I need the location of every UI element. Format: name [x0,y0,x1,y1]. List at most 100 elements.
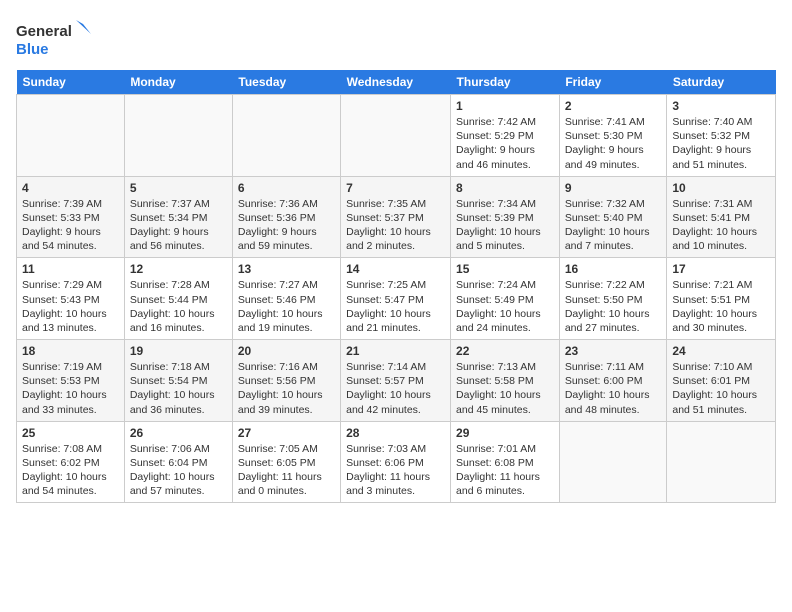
day-number: 4 [22,181,119,195]
calendar-cell: 24 Sunrise: 7:10 AM Sunset: 6:01 PM Dayli… [667,340,776,422]
calendar-cell: 23 Sunrise: 7:11 AM Sunset: 6:00 PM Dayli… [559,340,667,422]
calendar-cell: 25 Sunrise: 7:08 AM Sunset: 6:02 PM Dayli… [17,421,125,503]
day-info: Sunrise: 7:22 AM Sunset: 5:50 PM Dayligh… [565,278,662,335]
calendar-week-row: 11 Sunrise: 7:29 AM Sunset: 5:43 PM Dayli… [17,258,776,340]
calendar-cell: 26 Sunrise: 7:06 AM Sunset: 6:04 PM Dayli… [124,421,232,503]
day-info: Sunrise: 7:37 AM Sunset: 5:34 PM Dayligh… [130,197,227,254]
calendar-cell: 7Sunrise: 7:35 AM Sunset: 5:37 PM Daylig… [341,176,451,258]
day-number: 15 [456,262,554,276]
day-number: 14 [346,262,445,276]
day-info: Sunrise: 7:03 AM Sunset: 6:06 PM Dayligh… [346,442,445,499]
calendar-cell: 6 Sunrise: 7:36 AM Sunset: 5:36 PM Daylig… [232,176,340,258]
calendar-week-row: 1Sunrise: 7:42 AM Sunset: 5:29 PM Daylig… [17,95,776,177]
day-info: Sunrise: 7:32 AM Sunset: 5:40 PM Dayligh… [565,197,662,254]
calendar-cell: 12 Sunrise: 7:28 AM Sunset: 5:44 PM Dayli… [124,258,232,340]
calendar-cell: 14 Sunrise: 7:25 AM Sunset: 5:47 PM Dayli… [341,258,451,340]
calendar-cell: 18Sunrise: 7:19 AM Sunset: 5:53 PM Dayli… [17,340,125,422]
day-number: 16 [565,262,662,276]
day-info: Sunrise: 7:10 AM Sunset: 6:01 PM Dayligh… [672,360,770,417]
day-number: 20 [238,344,335,358]
calendar-cell [124,95,232,177]
day-number: 13 [238,262,335,276]
weekday-header-monday: Monday [124,70,232,95]
page-header: GeneralBlue [16,16,776,60]
day-number: 3 [672,99,770,113]
day-info: Sunrise: 7:11 AM Sunset: 6:00 PM Dayligh… [565,360,662,417]
svg-text:General: General [16,23,72,40]
day-number: 10 [672,181,770,195]
day-number: 19 [130,344,227,358]
calendar-table: SundayMondayTuesdayWednesdayThursdayFrid… [16,70,776,503]
day-number: 27 [238,426,335,440]
weekday-row: SundayMondayTuesdayWednesdayThursdayFrid… [17,70,776,95]
day-number: 5 [130,181,227,195]
day-number: 29 [456,426,554,440]
day-number: 11 [22,262,119,276]
calendar-cell [667,421,776,503]
calendar-cell: 22 Sunrise: 7:13 AM Sunset: 5:58 PM Dayli… [451,340,560,422]
day-info: Sunrise: 7:08 AM Sunset: 6:02 PM Dayligh… [22,442,119,499]
weekday-header-saturday: Saturday [667,70,776,95]
calendar-week-row: 18Sunrise: 7:19 AM Sunset: 5:53 PM Dayli… [17,340,776,422]
calendar-cell: 19Sunrise: 7:18 AM Sunset: 5:54 PM Dayli… [124,340,232,422]
calendar-cell: 3 Sunrise: 7:40 AM Sunset: 5:32 PM Daylig… [667,95,776,177]
weekday-header-wednesday: Wednesday [341,70,451,95]
day-info: Sunrise: 7:25 AM Sunset: 5:47 PM Dayligh… [346,278,445,335]
day-info: Sunrise: 7:01 AM Sunset: 6:08 PM Dayligh… [456,442,554,499]
logo-svg: GeneralBlue [16,16,96,60]
calendar-cell [559,421,667,503]
day-number: 6 [238,181,335,195]
weekday-header-sunday: Sunday [17,70,125,95]
day-info: Sunrise: 7:16 AM Sunset: 5:56 PM Dayligh… [238,360,335,417]
day-number: 17 [672,262,770,276]
weekday-header-friday: Friday [559,70,667,95]
day-number: 12 [130,262,227,276]
calendar-cell: 20 Sunrise: 7:16 AM Sunset: 5:56 PM Dayli… [232,340,340,422]
day-number: 18 [22,344,119,358]
day-info: Sunrise: 7:06 AM Sunset: 6:04 PM Dayligh… [130,442,227,499]
day-info: Sunrise: 7:34 AM Sunset: 5:39 PM Dayligh… [456,197,554,254]
calendar-week-row: 25 Sunrise: 7:08 AM Sunset: 6:02 PM Dayli… [17,421,776,503]
day-info: Sunrise: 7:05 AM Sunset: 6:05 PM Dayligh… [238,442,335,499]
calendar-cell: 21 Sunrise: 7:14 AM Sunset: 5:57 PM Dayli… [341,340,451,422]
day-info: Sunrise: 7:40 AM Sunset: 5:32 PM Dayligh… [672,115,770,172]
day-info: Sunrise: 7:27 AM Sunset: 5:46 PM Dayligh… [238,278,335,335]
day-info: Sunrise: 7:21 AM Sunset: 5:51 PM Dayligh… [672,278,770,335]
day-info: Sunrise: 7:28 AM Sunset: 5:44 PM Dayligh… [130,278,227,335]
day-info: Sunrise: 7:29 AM Sunset: 5:43 PM Dayligh… [22,278,119,335]
day-info: Sunrise: 7:14 AM Sunset: 5:57 PM Dayligh… [346,360,445,417]
day-info: Sunrise: 7:31 AM Sunset: 5:41 PM Dayligh… [672,197,770,254]
day-number: 8 [456,181,554,195]
calendar-cell: 17 Sunrise: 7:21 AM Sunset: 5:51 PM Dayli… [667,258,776,340]
day-number: 25 [22,426,119,440]
calendar-cell [232,95,340,177]
calendar-cell: 27 Sunrise: 7:05 AM Sunset: 6:05 PM Dayli… [232,421,340,503]
calendar-cell: 2Sunrise: 7:41 AM Sunset: 5:30 PM Daylig… [559,95,667,177]
day-info: Sunrise: 7:35 AM Sunset: 5:37 PM Dayligh… [346,197,445,254]
day-info: Sunrise: 7:36 AM Sunset: 5:36 PM Dayligh… [238,197,335,254]
calendar-cell: 15 Sunrise: 7:24 AM Sunset: 5:49 PM Dayli… [451,258,560,340]
calendar-cell: 10 Sunrise: 7:31 AM Sunset: 5:41 PM Dayli… [667,176,776,258]
day-number: 26 [130,426,227,440]
svg-text:Blue: Blue [16,41,49,58]
day-info: Sunrise: 7:13 AM Sunset: 5:58 PM Dayligh… [456,360,554,417]
day-info: Sunrise: 7:41 AM Sunset: 5:30 PM Dayligh… [565,115,662,172]
day-info: Sunrise: 7:24 AM Sunset: 5:49 PM Dayligh… [456,278,554,335]
day-number: 9 [565,181,662,195]
calendar-cell: 28 Sunrise: 7:03 AM Sunset: 6:06 PM Dayli… [341,421,451,503]
calendar-body: 1Sunrise: 7:42 AM Sunset: 5:29 PM Daylig… [17,95,776,503]
calendar-cell: 11 Sunrise: 7:29 AM Sunset: 5:43 PM Dayli… [17,258,125,340]
calendar-header: SundayMondayTuesdayWednesdayThursdayFrid… [17,70,776,95]
calendar-cell: 8 Sunrise: 7:34 AM Sunset: 5:39 PM Daylig… [451,176,560,258]
day-number: 24 [672,344,770,358]
calendar-cell: 9 Sunrise: 7:32 AM Sunset: 5:40 PM Daylig… [559,176,667,258]
day-number: 22 [456,344,554,358]
weekday-header-thursday: Thursday [451,70,560,95]
day-number: 23 [565,344,662,358]
calendar-cell [341,95,451,177]
day-number: 28 [346,426,445,440]
calendar-cell: 16 Sunrise: 7:22 AM Sunset: 5:50 PM Dayli… [559,258,667,340]
day-number: 21 [346,344,445,358]
logo: GeneralBlue [16,16,96,60]
calendar-week-row: 4Sunrise: 7:39 AM Sunset: 5:33 PM Daylig… [17,176,776,258]
